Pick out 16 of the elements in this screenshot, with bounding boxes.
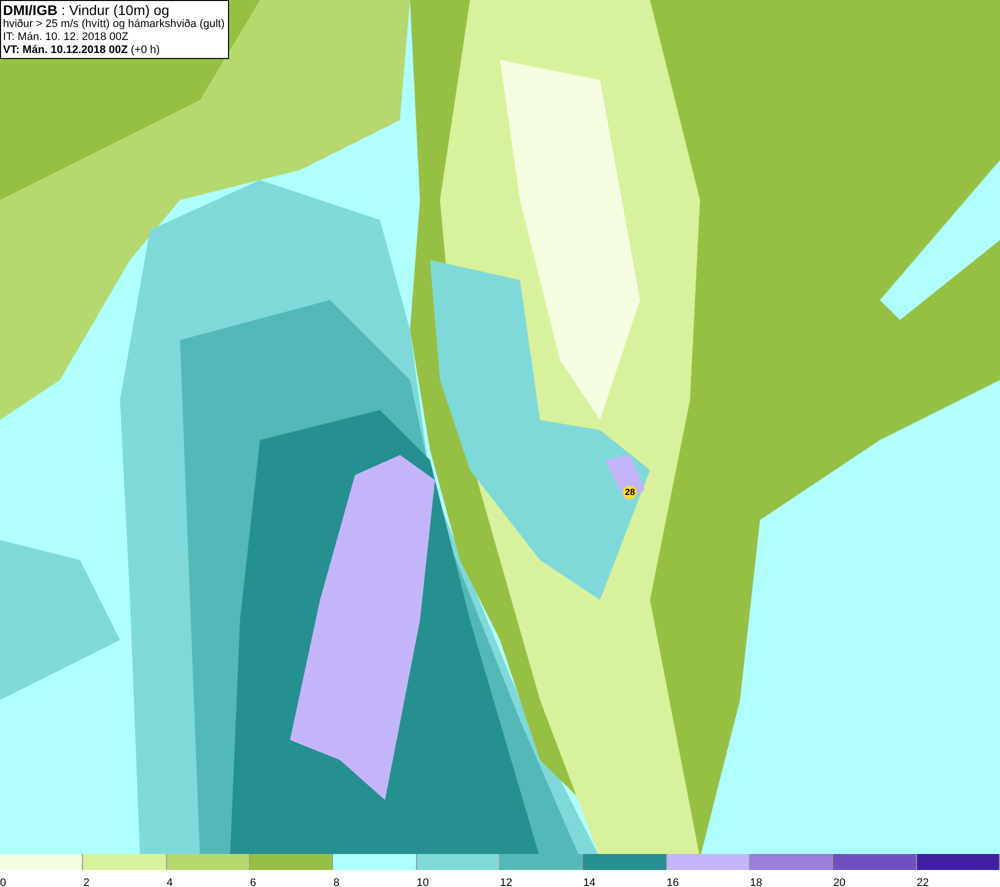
legend-label: 4: [166, 876, 173, 887]
legend-label: 16: [666, 876, 679, 887]
title-line: DMI/IGB : Vindur (10m) og: [3, 2, 170, 18]
legend-label: 2: [83, 876, 90, 887]
legend-label: 20: [833, 876, 846, 887]
legend-label: 18: [750, 876, 762, 887]
legend-label: 22: [916, 876, 929, 887]
legend-label: 0: [0, 876, 6, 887]
legend-label: 10: [416, 876, 429, 887]
legend-label: 8: [333, 876, 340, 887]
legend-label: 14: [583, 876, 596, 887]
title-line: VT: Mán. 10.12.2018 00Z (+0 h): [3, 44, 161, 57]
title-line: hviður > 25 m/s (hvítt) og hámarkshviða (gult): [3, 18, 226, 31]
legend-label: 6: [250, 876, 256, 887]
title-line: IT: Mán. 10. 12. 2018 00Z: [3, 31, 130, 44]
legend-label: 12: [500, 876, 512, 887]
